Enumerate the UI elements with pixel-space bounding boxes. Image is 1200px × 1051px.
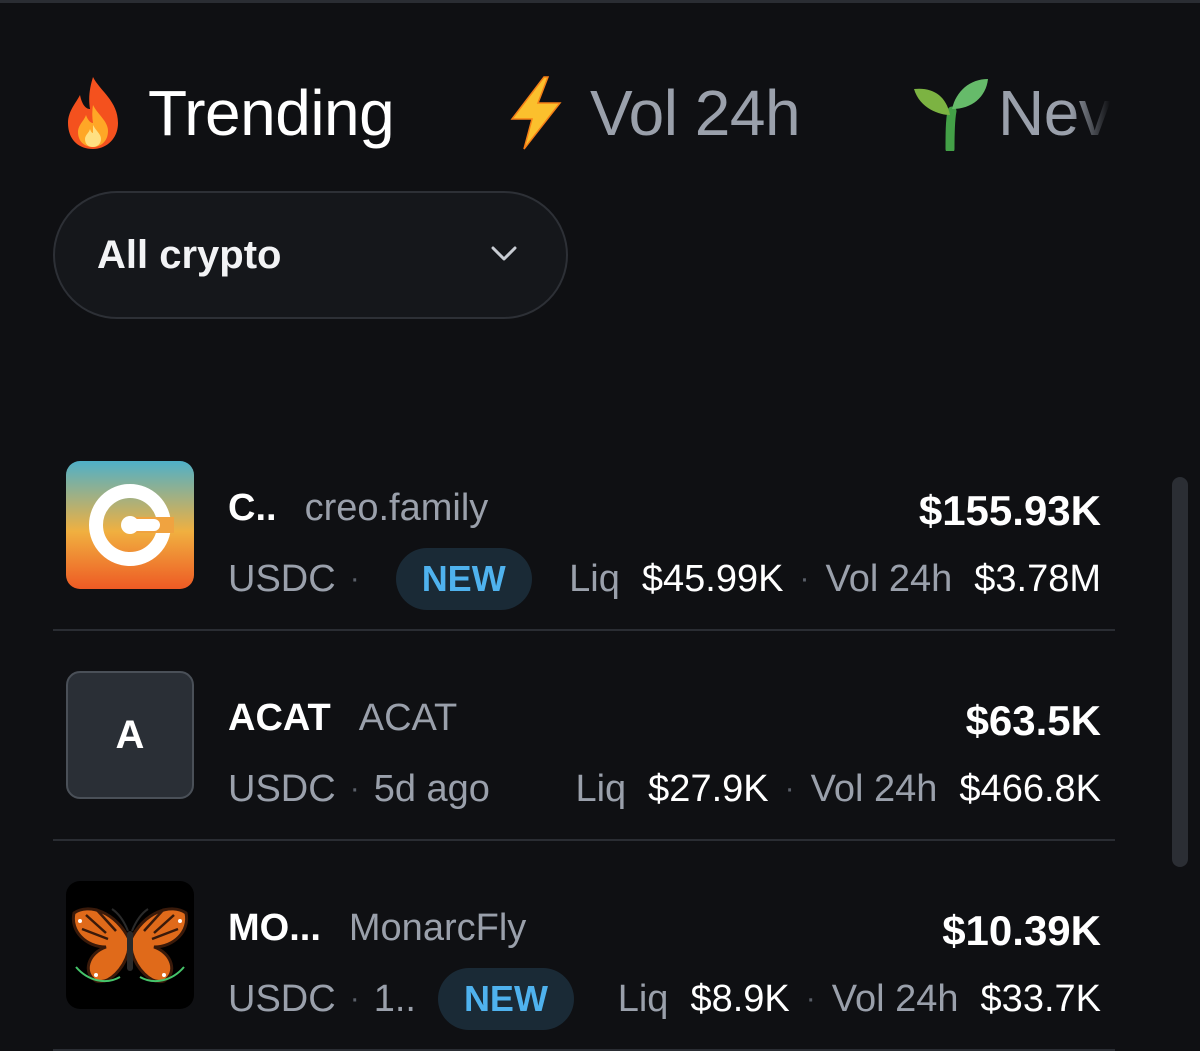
- vol-value: $466.8K: [959, 767, 1101, 810]
- token-meta: USDC · 1.. NEW: [228, 968, 574, 1030]
- vol-label: Vol 24h: [825, 557, 953, 600]
- liq-label: Liq: [575, 767, 627, 810]
- quote-currency: USDC: [228, 557, 336, 600]
- dot-separator: ·: [805, 982, 816, 1015]
- token-stats: Liq $8.9K · Vol 24h $33.7K: [618, 969, 1101, 1029]
- token-name: ACAT: [358, 697, 458, 739]
- vol-value: $3.78M: [974, 557, 1101, 600]
- dot-separator: ·: [784, 772, 795, 805]
- vol-label: Vol 24h: [831, 977, 959, 1020]
- tab-vol-24h[interactable]: Vol 24h: [502, 73, 801, 153]
- avatar-letter: A: [115, 712, 145, 757]
- filter-label: All crypto: [97, 232, 282, 277]
- token-price: $63.5K: [965, 697, 1101, 744]
- liq-value: $8.9K: [690, 977, 790, 1020]
- token-name: MonarcFly: [348, 907, 527, 949]
- token-price: $155.93K: [918, 487, 1101, 534]
- scrollbar[interactable]: [1172, 477, 1188, 867]
- token-name-line: MO... MonarcFly: [228, 907, 526, 951]
- tab-label: Vol 24h: [590, 77, 801, 149]
- token-age: 1..: [373, 977, 416, 1020]
- dot-separator: ·: [349, 562, 360, 595]
- token-row[interactable]: MO... MonarcFly $10.39K USDC · 1.. NEW L…: [53, 841, 1115, 1051]
- token-meta: USDC · 5d ago: [228, 759, 490, 819]
- creo-logo-icon: [66, 461, 194, 589]
- category-tabs: Trending Vol 24h Nev: [60, 73, 1110, 153]
- crypto-filter-dropdown[interactable]: All crypto: [53, 191, 568, 319]
- dot-separator: ·: [349, 772, 360, 805]
- dot-separator: ·: [349, 982, 360, 1015]
- quote-currency: USDC: [228, 977, 336, 1020]
- token-meta: USDC · NEW: [228, 548, 532, 610]
- token-name: creo.family: [304, 487, 489, 529]
- vol-value: $33.7K: [980, 977, 1101, 1020]
- chevron-down-icon: [486, 235, 522, 276]
- liq-label: Liq: [617, 977, 669, 1020]
- new-badge: NEW: [395, 548, 532, 610]
- letter-avatar: A: [66, 671, 194, 799]
- quote-currency: USDC: [228, 767, 336, 810]
- tabs-fade: [1070, 73, 1110, 153]
- token-name-line: ACAT ACAT: [228, 697, 457, 741]
- token-symbol: MO...: [228, 907, 321, 949]
- token-name-line: C.. creo.family: [228, 487, 488, 531]
- liq-value: $45.99K: [641, 557, 784, 600]
- token-stats: Liq $27.9K · Vol 24h $466.8K: [575, 759, 1101, 819]
- tab-trending[interactable]: Trending: [60, 73, 395, 153]
- tab-label: Trending: [148, 77, 395, 149]
- lightning-icon: [502, 75, 568, 151]
- seedling-icon: [910, 75, 988, 153]
- token-age: 5d ago: [373, 767, 490, 810]
- token-stats: Liq $45.99K · Vol 24h $3.78M: [569, 549, 1101, 609]
- liq-label: Liq: [569, 557, 620, 600]
- dot-separator: ·: [799, 562, 810, 595]
- token-symbol: ACAT: [228, 697, 331, 739]
- token-row[interactable]: A ACAT ACAT $63.5K USDC · 5d ago Liq $27…: [53, 631, 1115, 841]
- liq-value: $27.9K: [648, 767, 769, 810]
- token-row[interactable]: C.. creo.family $155.93K USDC · NEW Liq …: [53, 421, 1115, 631]
- new-badge: NEW: [437, 968, 574, 1030]
- butterfly-icon: [66, 881, 194, 1009]
- app-frame: Trending Vol 24h Nev All crypto C.. creo…: [0, 0, 1200, 1051]
- token-price: $10.39K: [942, 907, 1101, 954]
- fire-icon: [60, 75, 126, 151]
- token-symbol: C..: [228, 487, 277, 529]
- vol-label: Vol 24h: [810, 767, 938, 810]
